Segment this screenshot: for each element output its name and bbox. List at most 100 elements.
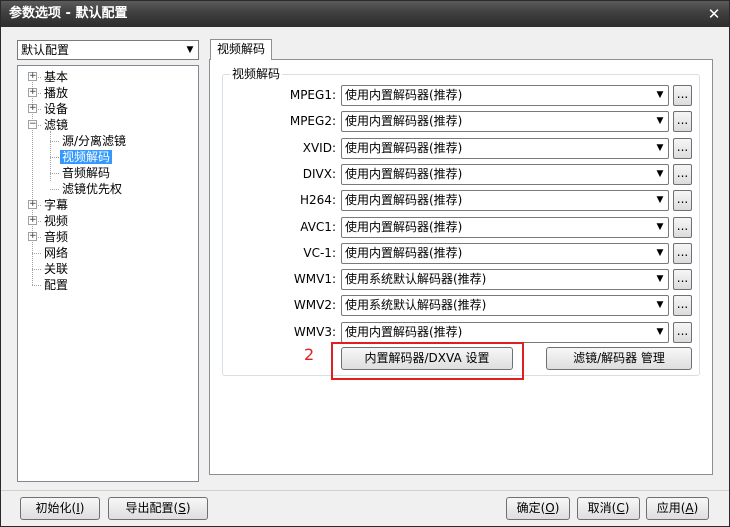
chevron-down-icon: ▼ [656, 116, 664, 126]
annotation-number: 2 [304, 345, 315, 364]
expand-plus-icon[interactable]: + [28, 232, 37, 241]
tree-item[interactable]: 网络 [42, 245, 70, 261]
collapse-minus-icon[interactable]: − [28, 120, 37, 129]
tree-item[interactable]: 音频 [42, 229, 70, 245]
codec-decoder-select[interactable]: 使用内置解码器(推荐) ▼ [341, 111, 669, 132]
codec-decoder-select[interactable]: 使用系统默认解码器(推荐) ▼ [341, 269, 669, 290]
codec-decoder-select[interactable]: 使用内置解码器(推荐) ▼ [341, 85, 669, 106]
close-icon[interactable]: ✕ [705, 5, 723, 23]
tree-item-label: 视频 [44, 214, 69, 228]
codec-label: WMV2: [293, 298, 336, 312]
tree-item-label: 源/分离滤镜 [62, 134, 127, 148]
export-config-button[interactable]: 导出配置(S) [108, 497, 208, 520]
chevron-down-icon: ▼ [656, 300, 664, 310]
tree-item[interactable]: 设备 [42, 101, 70, 117]
tree-guide-line [50, 157, 59, 158]
codec-decoder-value: 使用内置解码器(推荐) [345, 167, 463, 181]
codec-options-button[interactable]: ... [673, 322, 692, 343]
codec-label: H264: [300, 193, 336, 207]
tree-item-label: 音频解码 [62, 166, 111, 180]
chevron-down-icon: ▼ [656, 222, 664, 232]
chevron-down-icon: ▼ [186, 45, 194, 55]
codec-decoder-select[interactable]: 使用内置解码器(推荐) ▼ [341, 164, 669, 185]
codec-decoder-select[interactable]: 使用内置解码器(推荐) ▼ [341, 138, 669, 159]
tree-item[interactable]: 视频解码 [60, 149, 113, 165]
tree-item[interactable]: 滤镜 [42, 117, 70, 133]
chevron-down-icon: ▼ [656, 195, 664, 205]
expand-plus-icon[interactable]: + [28, 216, 37, 225]
expand-plus-icon[interactable]: + [28, 72, 37, 81]
codec-label: AVC1: [300, 220, 336, 234]
group-title: 视频解码 [230, 66, 283, 82]
expand-plus-icon[interactable]: + [28, 88, 37, 97]
tree-item[interactable]: 滤镜优先权 [60, 181, 124, 197]
apply-button[interactable]: 应用(A) [646, 497, 709, 520]
codec-options-button[interactable]: ... [673, 111, 692, 132]
codec-label: WMV3: [293, 325, 336, 339]
initialize-button[interactable]: 初始化(I) [20, 497, 100, 520]
codec-options-button[interactable]: ... [673, 269, 692, 290]
tree-item-label: 设备 [44, 102, 69, 116]
tree-guide-line [32, 253, 41, 254]
preferences-window: 参数选项 - 默认配置 ✕ 默认配置 ▼ 基本 + 播放 + 设备 + 滤镜 − 源/分离滤镜视… [0, 0, 730, 527]
codec-options-button[interactable]: ... [673, 164, 692, 185]
codec-decoder-select[interactable]: 使用内置解码器(推荐) ▼ [341, 217, 669, 238]
codec-label: XVID: [302, 141, 336, 155]
tree-item-label: 关联 [44, 262, 69, 276]
chevron-down-icon: ▼ [656, 248, 664, 258]
tree-guide-line [32, 285, 41, 286]
codec-decoder-value: 使用内置解码器(推荐) [345, 88, 463, 102]
tree-item[interactable]: 音频解码 [60, 165, 112, 181]
tree-item[interactable]: 源/分离滤镜 [60, 133, 128, 149]
codec-options-button[interactable]: ... [673, 217, 692, 238]
codec-label: MPEG2: [289, 114, 336, 128]
cancel-label: 取消 [587, 501, 612, 515]
profile-select[interactable]: 默认配置 ▼ [17, 40, 199, 60]
codec-options-button[interactable]: ... [673, 138, 692, 159]
expand-plus-icon[interactable]: + [28, 200, 37, 209]
codec-decoder-select[interactable]: 使用内置解码器(推荐) ▼ [341, 243, 669, 264]
ok-label: 确定 [516, 501, 541, 515]
tab-video-decoding[interactable]: 视频解码 [210, 39, 272, 60]
profile-select-value: 默认配置 [21, 43, 70, 57]
title-bar: 参数选项 - 默认配置 [1, 1, 729, 27]
tree-guide-line [32, 269, 41, 270]
codec-options-button[interactable]: ... [673, 190, 692, 211]
filter-manager-button[interactable]: 滤镜/解码器 管理 [546, 347, 692, 370]
codec-decoder-value: 使用系统默认解码器(推荐) [345, 298, 487, 312]
apply-label: 应用 [656, 501, 681, 515]
chevron-down-icon: ▼ [656, 327, 664, 337]
codec-decoder-value: 使用内置解码器(推荐) [345, 193, 463, 207]
footer-separator [1, 490, 729, 491]
codec-decoder-select[interactable]: 使用内置解码器(推荐) ▼ [341, 190, 669, 211]
codec-options-button[interactable]: ... [673, 243, 692, 264]
codec-decoder-value: 使用内置解码器(推荐) [345, 246, 463, 260]
tree-item[interactable]: 字幕 [42, 197, 70, 213]
chevron-down-icon: ▼ [656, 143, 664, 153]
tree-item[interactable]: 关联 [42, 261, 70, 277]
tree-item[interactable]: 播放 [42, 85, 70, 101]
initialize-label: 初始化 [35, 501, 72, 515]
ok-hotkey: O [545, 501, 555, 515]
window-title: 参数选项 - 默认配置 [9, 6, 128, 21]
tree-item-label: 音频 [44, 230, 69, 244]
codec-decoder-value: 使用内置解码器(推荐) [345, 114, 463, 128]
tree-item[interactable]: 基本 [42, 69, 70, 85]
tree-item-label: 基本 [44, 70, 69, 84]
tree-item[interactable]: 视频 [42, 213, 70, 229]
tab-label: 视频解码 [216, 42, 265, 56]
codec-decoder-select[interactable]: 使用内置解码器(推荐) ▼ [341, 322, 669, 343]
codec-decoder-value: 使用内置解码器(推荐) [345, 141, 463, 155]
tree-guide-line [50, 189, 59, 190]
settings-tree: 基本 + 播放 + 设备 + 滤镜 − 源/分离滤镜 视频解码 音频解码 滤镜优先权 字幕 + 视频 + 音频 +… [17, 65, 199, 482]
expand-plus-icon[interactable]: + [28, 104, 37, 113]
cancel-button[interactable]: 取消(C) [577, 497, 640, 520]
export-config-label: 导出配置 [125, 501, 174, 515]
codec-options-button[interactable]: ... [673, 295, 692, 316]
ok-button[interactable]: 确定(O) [506, 497, 570, 520]
tree-item-label: 播放 [44, 86, 69, 100]
codec-decoder-select[interactable]: 使用系统默认解码器(推荐) ▼ [341, 295, 669, 316]
codec-options-button[interactable]: ... [673, 85, 692, 106]
tree-item[interactable]: 配置 [42, 277, 70, 293]
tree-item-label: 网络 [44, 246, 69, 260]
